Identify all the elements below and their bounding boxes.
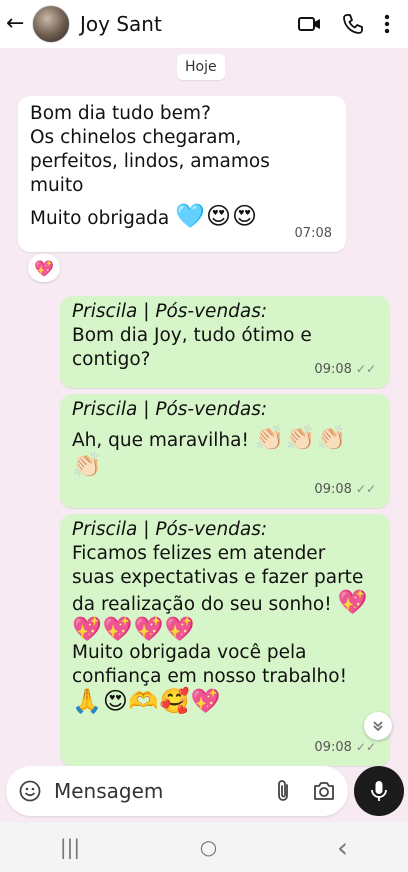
- avatar[interactable]: [32, 5, 70, 43]
- emoji-group: 🙏😍🫶🥰💖: [72, 687, 222, 715]
- sender-name: Priscila | Pós-vendas:: [72, 301, 268, 322]
- outgoing-message[interactable]: Priscila | Pós-vendas: Ah, que maravilha…: [60, 394, 390, 508]
- system-navbar: ||| ○ ‹: [0, 822, 408, 872]
- camera-icon[interactable]: [312, 780, 336, 802]
- more-options-icon[interactable]: [384, 14, 390, 34]
- sender-name: Priscila | Pós-vendas:: [72, 399, 268, 420]
- mic-button[interactable]: [354, 766, 404, 816]
- emoji-group: 🩵😍😍: [175, 202, 259, 230]
- message-line: Ficamos felizes em atender suas expectat…: [72, 542, 378, 617]
- emoji-group: 👏🏻: [72, 451, 103, 479]
- incoming-message[interactable]: Bom dia tudo bem? Os chinelos chegaram, …: [18, 96, 346, 252]
- emoji-icon[interactable]: [18, 779, 42, 803]
- message-text: Muito obrigada você pela confiança em no…: [72, 642, 347, 687]
- header-actions: [298, 13, 390, 35]
- scroll-to-bottom-button[interactable]: [364, 712, 392, 740]
- contact-name[interactable]: Joy Sant: [80, 12, 162, 36]
- read-ticks-icon: ✓✓: [355, 740, 376, 754]
- read-ticks-icon: ✓✓: [355, 362, 376, 376]
- message-line: Muito obrigada 🩵😍😍: [30, 204, 334, 231]
- reaction-badge[interactable]: 💖: [28, 254, 60, 282]
- read-ticks-icon: ✓✓: [355, 482, 376, 496]
- message-text: Ficamos felizes em atender suas expectat…: [72, 543, 364, 615]
- video-call-icon[interactable]: [298, 15, 322, 33]
- message-time: 09:08 ✓✓: [314, 482, 376, 497]
- message-time: 07:08: [294, 226, 332, 241]
- emoji-group: 💖💖💖💖: [72, 615, 196, 643]
- date-separator: Hoje: [177, 54, 225, 80]
- emoji-group: 💖: [337, 588, 369, 616]
- message-time: 09:08 ✓✓: [314, 362, 376, 377]
- phone-icon[interactable]: [342, 13, 364, 35]
- attach-icon[interactable]: [274, 779, 294, 803]
- message-text: Ah, que maravilha!: [72, 430, 249, 451]
- outgoing-message[interactable]: Priscila | Pós-vendas: Bom dia Joy, tudo…: [60, 296, 390, 388]
- back-arrow-icon[interactable]: ←: [6, 0, 28, 48]
- message-time: 09:08 ✓✓: [314, 740, 376, 755]
- chat-header: ← Joy Sant: [0, 0, 408, 48]
- message-text: Bom dia tudo bem? Os chinelos chegaram, …: [30, 103, 270, 196]
- mic-icon: [371, 781, 387, 801]
- message-composer: [6, 766, 348, 816]
- double-chevron-down-icon: [373, 721, 383, 732]
- sender-name: Priscila | Pós-vendas:: [72, 519, 268, 540]
- outgoing-message[interactable]: Priscila | Pós-vendas: Ficamos felizes e…: [60, 514, 390, 766]
- home-icon[interactable]: ○: [200, 835, 217, 859]
- back-nav-icon[interactable]: ‹: [337, 831, 348, 864]
- message-input[interactable]: [52, 778, 256, 804]
- recents-icon[interactable]: |||: [60, 835, 80, 859]
- message-line: Ah, que maravilha! 👏🏻👏🏻👏🏻: [72, 426, 378, 453]
- message-text: Muito obrigada: [30, 208, 170, 229]
- emoji-group: 👏🏻👏🏻👏🏻: [254, 424, 348, 452]
